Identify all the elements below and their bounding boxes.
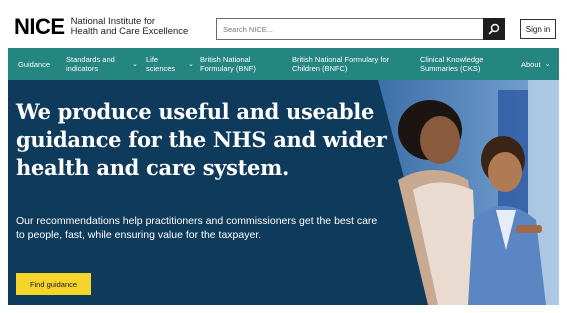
hero-description: Our recommendations help practitioners a… bbox=[16, 215, 378, 241]
find-guidance-button[interactable]: Find guidance bbox=[16, 273, 91, 295]
page-frame: NICE National Institute for Health and C… bbox=[8, 8, 559, 305]
hero-title: We produce useful and useable guidance f… bbox=[16, 99, 387, 180]
search-bar bbox=[216, 18, 505, 40]
hero-photo bbox=[378, 80, 559, 305]
nav-item-label: Guidance bbox=[18, 59, 51, 69]
site-header: NICE National Institute for Health and C… bbox=[8, 8, 559, 48]
chevron-down-icon: ⌄ bbox=[544, 60, 551, 68]
logo-text: National Institute for Health and Care E… bbox=[70, 16, 189, 38]
nav-item-bnf[interactable]: British National Formulary (BNF) bbox=[200, 54, 278, 74]
nav-item-label: About bbox=[521, 59, 541, 69]
nav-item-bnfc[interactable]: British National Formulary for Children … bbox=[292, 54, 416, 74]
nav-item-guidance[interactable]: Guidance bbox=[18, 54, 50, 74]
sign-in-button[interactable]: Sign in bbox=[520, 19, 556, 39]
search-input[interactable] bbox=[216, 18, 483, 40]
logo-line-2: Health and Care Excellence bbox=[70, 26, 189, 37]
nav-item-label: Clinical Knowledge Summaries (CKS) bbox=[420, 55, 484, 73]
nav-item-about[interactable]: About ⌄ bbox=[521, 54, 550, 74]
nav-item-label: British National Formulary (BNF) bbox=[200, 55, 256, 73]
logo-mark: NICE bbox=[14, 14, 65, 39]
nav-item-label: Standards and indicators bbox=[66, 55, 115, 73]
chevron-down-icon: ⌄ bbox=[132, 60, 138, 68]
nav-item-life-sciences[interactable]: Life sciences ⌄ bbox=[146, 54, 196, 74]
main-nav: Guidance Standards and indicators ⌄ Life… bbox=[8, 48, 559, 80]
nice-logo[interactable]: NICE National Institute for Health and C… bbox=[14, 16, 188, 38]
nav-item-cks[interactable]: Clinical Knowledge Summaries (CKS) bbox=[420, 54, 508, 74]
nav-item-label: British National Formulary for Children … bbox=[292, 55, 390, 73]
nav-item-label: Life sciences bbox=[146, 55, 176, 73]
chevron-down-icon: ⌄ bbox=[188, 60, 194, 68]
search-icon bbox=[488, 23, 500, 35]
search-button[interactable] bbox=[483, 18, 505, 40]
hero-banner: We produce useful and useable guidance f… bbox=[8, 80, 559, 305]
nav-item-standards-and-indicators[interactable]: Standards and indicators ⌄ bbox=[66, 54, 138, 74]
